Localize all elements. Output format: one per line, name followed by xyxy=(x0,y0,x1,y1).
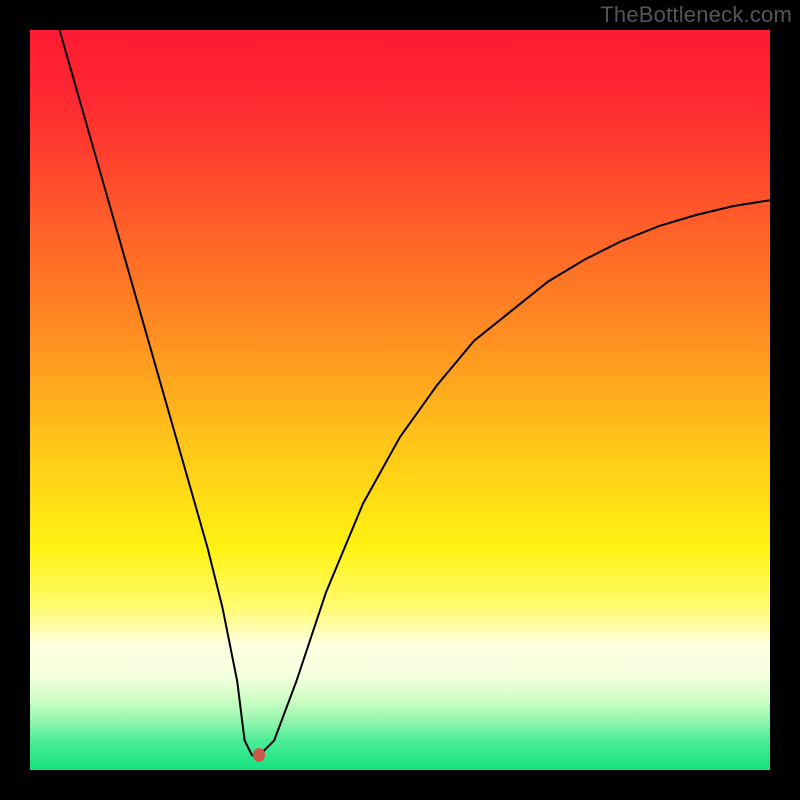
bottleneck-curve xyxy=(60,30,770,755)
chart-stage: TheBottleneck.com xyxy=(0,0,800,800)
watermark-label: TheBottleneck.com xyxy=(600,2,792,28)
minimum-marker-icon xyxy=(253,748,265,762)
chart-curve-layer xyxy=(30,30,770,770)
plot-area xyxy=(30,30,770,770)
